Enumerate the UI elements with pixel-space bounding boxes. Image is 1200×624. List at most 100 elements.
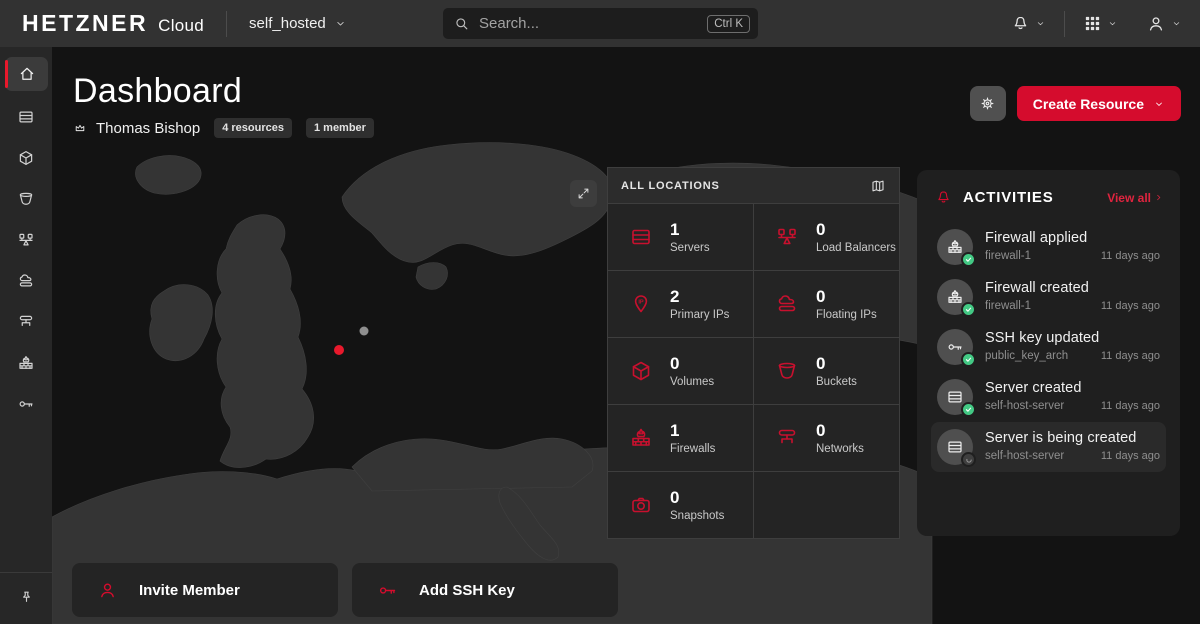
stat-count: 0 <box>670 354 714 374</box>
sidebar-item-networks[interactable] <box>0 301 52 342</box>
sidebar-item-buckets[interactable] <box>0 178 52 219</box>
create-resource-label: Create Resource <box>1033 96 1144 112</box>
stat-volumes[interactable]: 0 Volumes <box>608 338 753 404</box>
stat-count: 0 <box>816 220 896 240</box>
sidebar-item-dashboard[interactable] <box>5 57 48 91</box>
stat-load-balancers[interactable]: 0 Load Balancers <box>754 204 899 270</box>
apps-menu[interactable] <box>1083 14 1118 33</box>
stat-buckets[interactable]: 0Buckets <box>754 338 899 404</box>
header-divider <box>1064 11 1065 37</box>
chevron-down-icon <box>1107 18 1118 29</box>
sidebar-item-security[interactable] <box>0 383 52 424</box>
bell-icon <box>935 189 952 206</box>
apps-grid-icon <box>1083 14 1102 33</box>
stat-label: Volumes <box>670 376 714 388</box>
activity-item: Server created self-host-server 11 days … <box>931 372 1166 422</box>
search-shortcut-badge: Ctrl K <box>707 15 750 33</box>
brand-wordmark: HETZNER <box>22 10 148 37</box>
activity-avatar <box>937 279 973 315</box>
user-icon <box>1146 14 1166 34</box>
floating-ip-icon <box>17 272 35 290</box>
sidebar-item-load-balancers[interactable] <box>0 219 52 260</box>
sidebar-item-servers[interactable] <box>0 96 52 137</box>
stat-networks[interactable]: 0Networks <box>754 405 899 471</box>
stat-count: 0 <box>816 287 877 307</box>
brand-logo[interactable]: HETZNER Cloud <box>22 10 204 37</box>
stat-count: 0 <box>816 354 857 374</box>
activity-resource: self-host-server <box>985 450 1064 462</box>
volumes-cube-icon <box>17 149 35 167</box>
map-icon[interactable] <box>870 178 886 194</box>
stat-primary-ips[interactable]: 2 Primary IPs <box>608 271 753 337</box>
resources-count-badge: 4 resources <box>214 118 292 138</box>
top-bar: HETZNER Cloud self_hosted Ctrl K <box>0 0 1200 47</box>
activity-avatar <box>937 379 973 415</box>
locations-header-label: ALL LOCATIONS <box>621 180 720 192</box>
sidebar-item-floating-ips[interactable] <box>0 260 52 301</box>
activity-avatar <box>937 429 973 465</box>
settings-button[interactable] <box>970 86 1006 121</box>
stat-servers[interactable]: 1Servers <box>608 204 753 270</box>
stat-count: 2 <box>670 287 729 307</box>
invite-member-button[interactable]: Invite Member <box>72 563 338 617</box>
person-icon <box>97 580 118 601</box>
success-check-badge <box>961 352 976 367</box>
activity-time: 11 days ago <box>1101 350 1160 362</box>
all-locations-panel: ALL LOCATIONS 1Servers 0 Load Balancers 2… <box>607 167 900 539</box>
success-check-badge <box>961 402 976 417</box>
activity-resource: firewall-1 <box>985 300 1031 312</box>
servers-icon <box>946 388 964 406</box>
members-count-badge: 1 member <box>306 118 374 138</box>
activity-time: 11 days ago <box>1101 250 1160 262</box>
firewall-icon <box>629 426 653 450</box>
header-actions: Create Resource <box>970 86 1181 121</box>
key-icon <box>17 395 35 413</box>
chevron-down-icon <box>1153 98 1165 110</box>
servers-icon <box>629 225 653 249</box>
activity-item: Server is being created self-host-server… <box>931 422 1166 472</box>
servers-icon <box>17 108 35 126</box>
map-expand-button[interactable] <box>570 180 597 207</box>
stat-floating-ips[interactable]: 0Floating IPs <box>754 271 899 337</box>
add-ssh-key-button[interactable]: Add SSH Key <box>352 563 618 617</box>
project-selector[interactable]: self_hosted <box>249 15 347 32</box>
sidebar-item-firewalls[interactable] <box>0 342 52 383</box>
volumes-cube-icon <box>629 359 653 383</box>
success-check-badge <box>961 252 976 267</box>
stat-empty-cell <box>754 472 899 538</box>
sidebar-divider <box>0 572 52 573</box>
floating-ip-icon <box>775 292 799 316</box>
sidebar-item-volumes[interactable] <box>0 137 52 178</box>
project-owner-row: Thomas Bishop 4 resources 1 member <box>73 118 374 138</box>
stat-label: Load Balancers <box>816 242 896 254</box>
stat-firewalls[interactable]: 1Firewalls <box>608 405 753 471</box>
key-icon <box>377 580 398 601</box>
notifications-menu[interactable] <box>1011 14 1046 33</box>
pin-icon <box>18 589 35 606</box>
activity-avatar <box>937 229 973 265</box>
snapshot-camera-icon <box>629 493 653 517</box>
activity-title: Firewall applied <box>985 230 1160 246</box>
activities-header: ACTIVITIES View all <box>935 189 1164 206</box>
stat-label: Primary IPs <box>670 309 729 321</box>
stat-snapshots[interactable]: 0Snapshots <box>608 472 753 538</box>
map-ireland <box>150 285 213 361</box>
view-all-label: View all <box>1107 191 1151 205</box>
view-all-link[interactable]: View all <box>1107 191 1164 205</box>
activity-item: Firewall applied firewall-1 11 days ago <box>931 222 1166 272</box>
stat-label: Networks <box>816 443 864 455</box>
page-title: Dashboard <box>73 72 242 111</box>
account-menu[interactable] <box>1146 14 1182 34</box>
search-input[interactable] <box>479 15 707 32</box>
project-name: self_hosted <box>249 15 326 32</box>
activity-time: 11 days ago <box>1101 300 1160 312</box>
sidebar-pin-button[interactable] <box>0 580 52 614</box>
activity-item: SSH key updated public_key_arch 11 days … <box>931 322 1166 372</box>
network-icon <box>775 426 799 450</box>
activities-title: ACTIVITIES <box>963 189 1107 206</box>
location-dot-secondary[interactable] <box>360 327 369 336</box>
create-resource-button[interactable]: Create Resource <box>1017 86 1181 121</box>
brand-suffix: Cloud <box>158 16 204 36</box>
location-dot-primary[interactable] <box>334 345 344 355</box>
activity-time: 11 days ago <box>1101 450 1160 462</box>
